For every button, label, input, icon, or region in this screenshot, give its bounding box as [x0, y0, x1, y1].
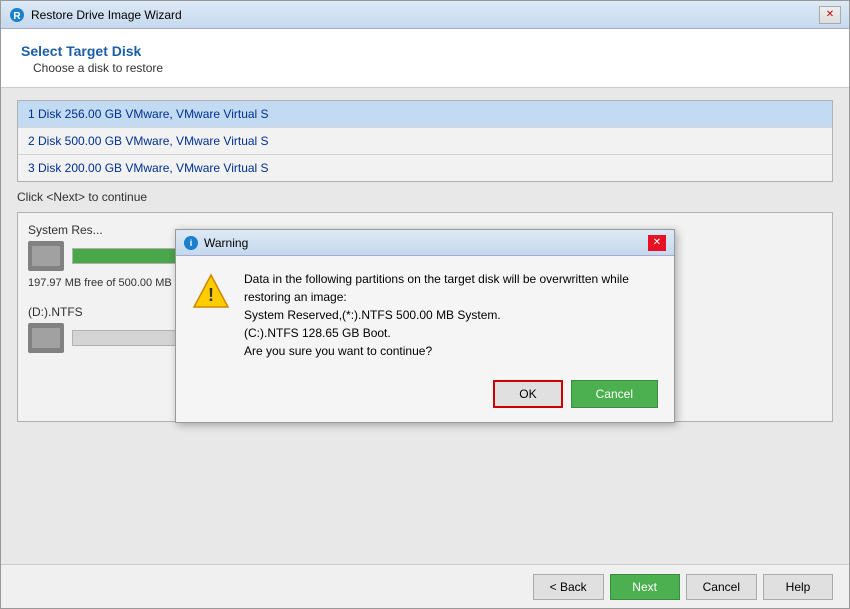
title-bar-buttons: ✕ [819, 6, 841, 24]
help-button[interactable]: Help [763, 574, 833, 600]
dialog-line3: System Reserved,(*:).NTFS 500.00 MB Syst… [244, 308, 501, 322]
title-bar: R Restore Drive Image Wizard ✕ [1, 1, 849, 29]
dialog-cancel-button[interactable]: Cancel [571, 380, 658, 408]
svg-text:!: ! [208, 285, 214, 305]
dialog-line2: restoring an image: [244, 290, 347, 304]
dialog-ok-button[interactable]: OK [493, 380, 562, 408]
main-window: R Restore Drive Image Wizard ✕ Select Ta… [0, 0, 850, 609]
cancel-button[interactable]: Cancel [686, 574, 757, 600]
dialog-footer: OK Cancel [176, 374, 674, 422]
dialog-title: Warning [204, 236, 648, 250]
dialog-line4: (C:).NTFS 128.65 GB Boot. [244, 326, 391, 340]
svg-text:R: R [13, 11, 21, 22]
content-area: 1 Disk 256.00 GB VMware, VMware Virtual … [1, 88, 849, 564]
next-button[interactable]: Next [610, 574, 680, 600]
header-area: Select Target Disk Choose a disk to rest… [1, 29, 849, 88]
dialog-line1: Data in the following partitions on the … [244, 272, 629, 286]
header-subtitle: Choose a disk to restore [33, 61, 829, 75]
dialog-line5: Are you sure you want to continue? [244, 344, 432, 358]
dialog-body: ! Data in the following partitions on th… [176, 256, 674, 374]
dialog-close-button[interactable]: ✕ [648, 235, 666, 251]
app-icon: R [9, 7, 25, 23]
header-title: Select Target Disk [21, 43, 829, 59]
dialog-titlebar: i Warning ✕ [176, 230, 674, 256]
close-button[interactable]: ✕ [819, 6, 841, 24]
dialog-message: Data in the following partitions on the … [244, 270, 629, 360]
warning-icon: ! [192, 272, 232, 312]
back-button[interactable]: < Back [533, 574, 604, 600]
window-title: Restore Drive Image Wizard [31, 8, 819, 22]
footer: < Back Next Cancel Help [1, 564, 849, 608]
warning-dialog: i Warning ✕ ! Data in the fol [175, 229, 675, 423]
dialog-icon: i [184, 236, 198, 250]
dialog-overlay: i Warning ✕ ! Data in the fol [1, 88, 849, 564]
